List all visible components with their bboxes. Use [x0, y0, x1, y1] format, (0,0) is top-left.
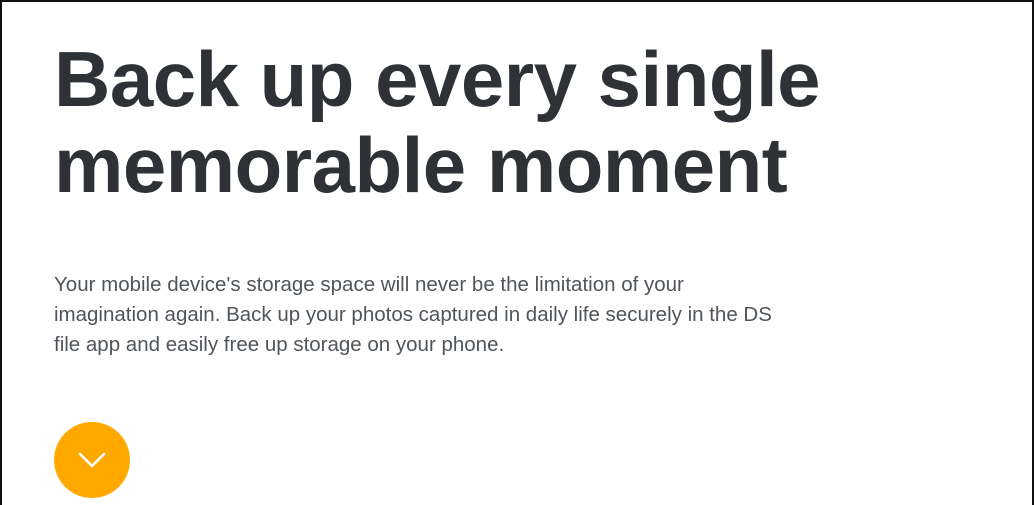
- hero-description: Your mobile device's storage space will …: [54, 270, 1014, 360]
- description-line: file app and easily free up storage on y…: [54, 333, 505, 356]
- scroll-down-button[interactable]: [54, 422, 130, 498]
- description-line: imagination again. Back up your photos c…: [54, 303, 772, 326]
- page-frame: Back up every single memorable moment Yo…: [0, 0, 1034, 505]
- headline-line: memorable moment: [54, 121, 788, 209]
- hero-headline: Back up every single memorable moment: [54, 36, 1014, 208]
- description-line: Your mobile device's storage space will …: [54, 273, 684, 296]
- chevron-down-icon: [77, 451, 107, 469]
- hero-section: Back up every single memorable moment Yo…: [54, 36, 1014, 498]
- headline-line: Back up every single: [54, 35, 821, 123]
